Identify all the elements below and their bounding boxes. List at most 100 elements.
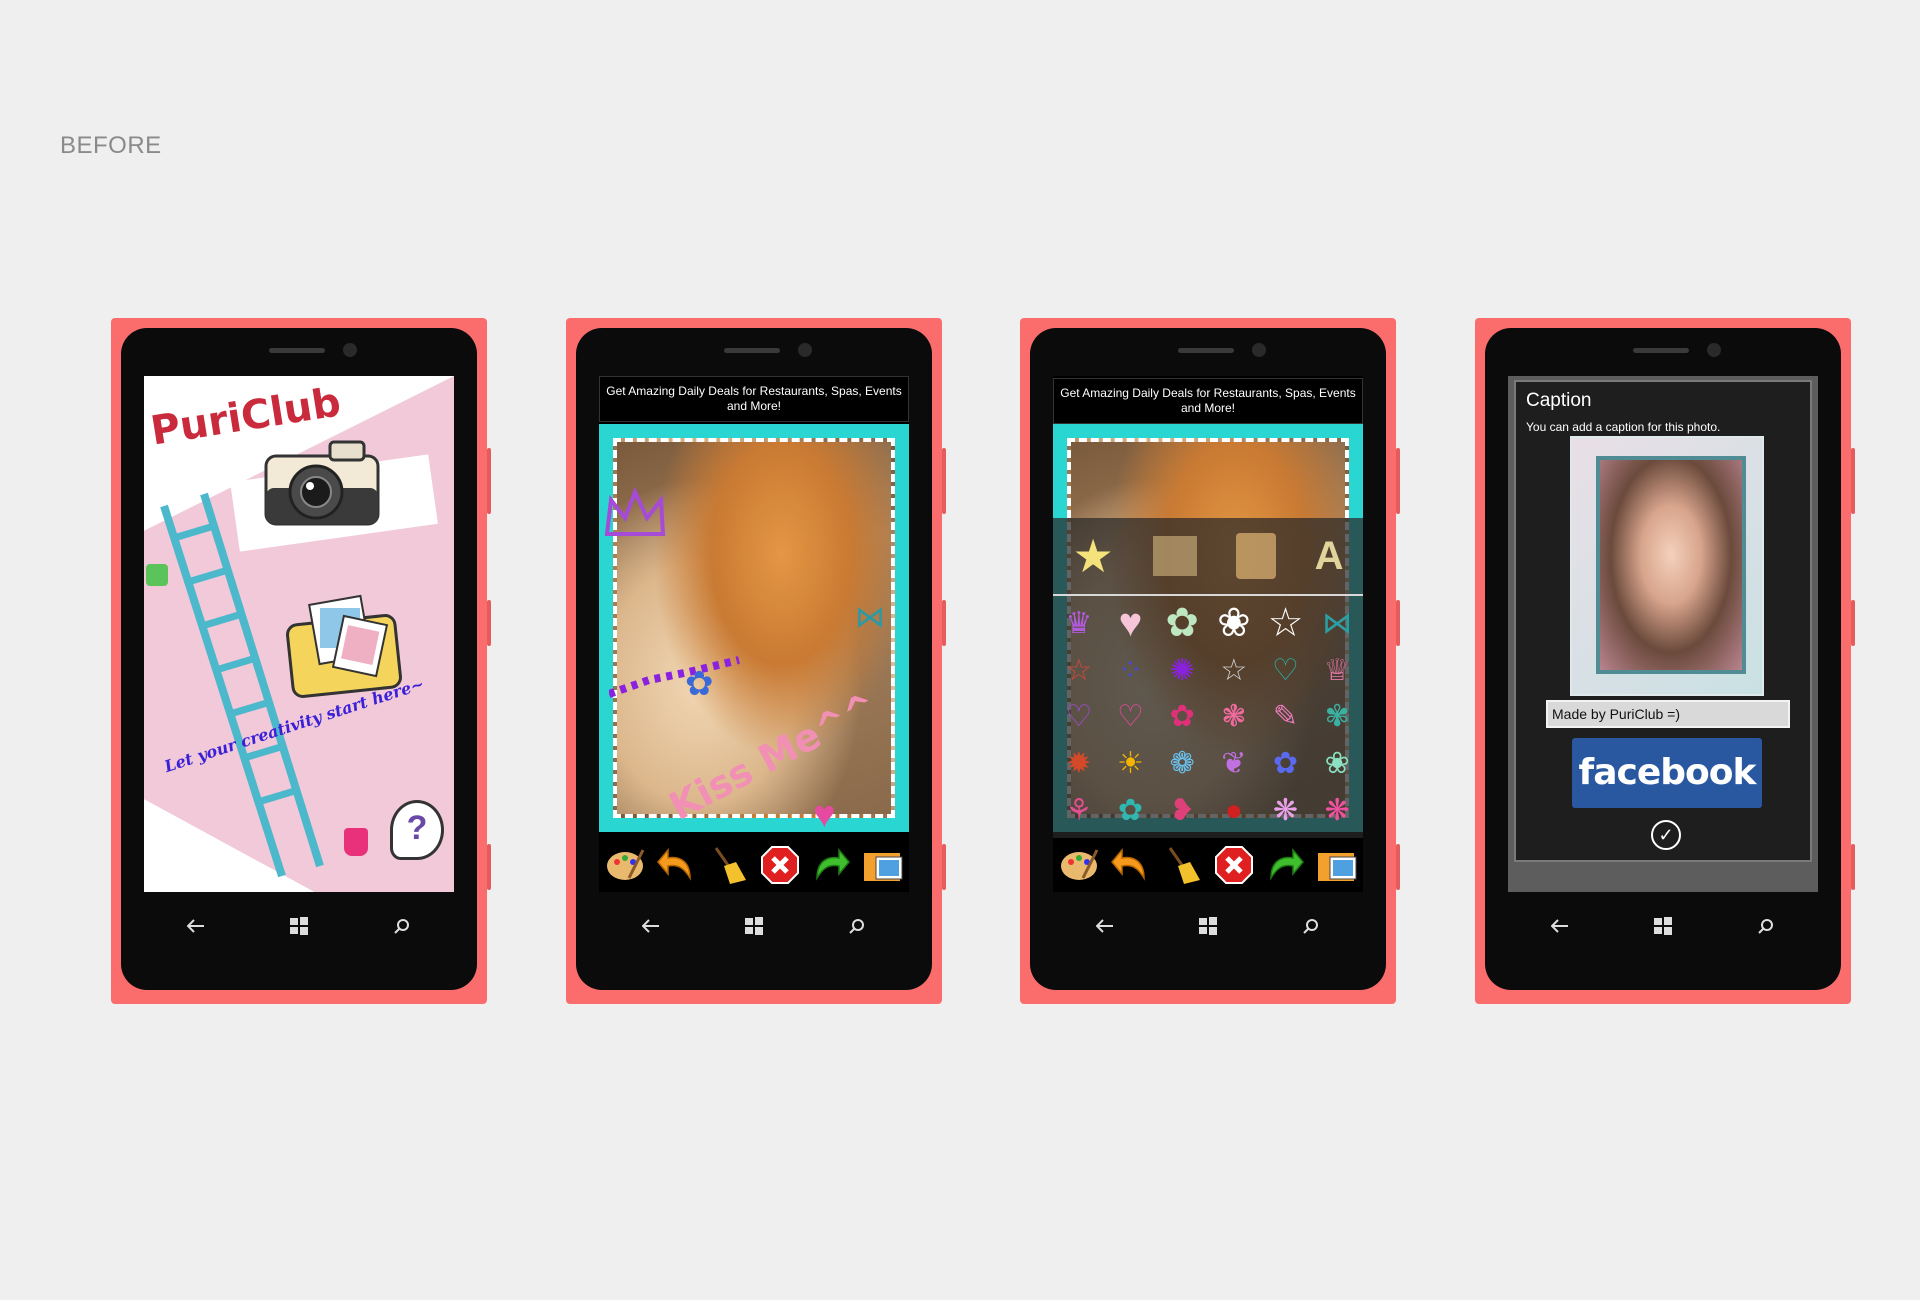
power-button — [942, 600, 946, 646]
phone-bezel: PuriClub Let your creativity start here~… — [121, 328, 477, 990]
camera-button — [1851, 844, 1855, 890]
facebook-share-button[interactable]: facebook — [1572, 738, 1762, 808]
lollipop-sticker-icon[interactable]: ⚘ — [1053, 787, 1105, 834]
caption-screen: Caption You can add a caption for this p… — [1508, 376, 1818, 892]
volume-button — [942, 448, 946, 514]
palette-icon[interactable] — [603, 843, 647, 887]
camera-button — [1396, 844, 1400, 890]
nav-bar — [144, 900, 454, 956]
star-outline-small-sticker-icon[interactable]: ☆ — [1208, 647, 1260, 694]
phone-mockup-1: PuriClub Let your creativity start here~… — [111, 318, 491, 1004]
delete-icon[interactable] — [1212, 843, 1256, 887]
ladybug-sticker-icon[interactable]: ● — [1208, 787, 1260, 834]
blossom-sticker-icon[interactable]: ❃ — [1208, 694, 1260, 741]
palette-icon[interactable] — [1057, 843, 1101, 887]
flower-sticker-icon: ✿ — [685, 665, 714, 703]
sun-sticker-icon[interactable]: ☀ — [1105, 740, 1157, 787]
framed-photo-preview — [1570, 436, 1764, 696]
heart-sticker-icon: ♥ — [813, 794, 836, 836]
search-icon[interactable] — [1746, 918, 1786, 939]
windows-logo-icon[interactable] — [279, 916, 319, 940]
checkmark-circle-icon[interactable]: ✓ — [1651, 820, 1681, 850]
phone-mockup-4: Caption You can add a caption for this p… — [1475, 318, 1855, 1004]
redo-icon[interactable] — [1263, 843, 1307, 887]
caption-input[interactable] — [1546, 700, 1790, 728]
section-heading: BEFORE — [60, 132, 162, 159]
undo-icon[interactable] — [1108, 843, 1152, 887]
splash-screen[interactable]: PuriClub Let your creativity start here~… — [144, 376, 454, 892]
back-arrow-icon[interactable] — [1540, 918, 1580, 938]
ad-banner[interactable]: Get Amazing Daily Deals for Restaurants,… — [1053, 378, 1363, 424]
bouquet-sticker-icon[interactable]: ❦ — [1208, 740, 1260, 787]
sticker-grid: ♛ ♥ ✿ ❀ ☆ ⋈ ☆ ⁘ ✺ ☆ ♡ ♕ ♡ ♡ ✿ ❃ ✎ ✾ ✹ ☀ … — [1053, 600, 1363, 834]
broom-icon[interactable] — [706, 843, 750, 887]
front-camera — [343, 343, 357, 357]
broom-icon[interactable] — [1160, 843, 1204, 887]
text-sticker-icon[interactable]: ✎ — [1260, 694, 1312, 741]
daisy-sticker-icon[interactable]: ❁ — [1156, 740, 1208, 787]
star-small-sticker-icon[interactable]: ☆ — [1053, 647, 1105, 694]
dialog-subtitle: You can add a caption for this photo. — [1526, 420, 1721, 434]
teal-flower-sticker-icon[interactable]: ❀ — [1311, 740, 1363, 787]
back-arrow-icon[interactable] — [631, 918, 671, 938]
portrait-photo — [1596, 456, 1746, 674]
ribbon-sticker-icon[interactable]: ⋈ — [1311, 600, 1363, 647]
save-folder-icon[interactable] — [1315, 843, 1359, 887]
speaker — [724, 348, 780, 353]
paint-pot-icon — [344, 828, 368, 856]
butterfly-sticker-icon[interactable]: ❋ — [1260, 787, 1312, 834]
phone-bezel: Get Amazing Daily Deals for Restaurants,… — [576, 328, 932, 990]
firework-sticker-icon[interactable]: ✹ — [1053, 740, 1105, 787]
back-arrow-icon[interactable] — [176, 918, 216, 938]
windows-logo-icon[interactable] — [734, 916, 774, 940]
help-icon[interactable]: ? — [390, 800, 444, 860]
crown-sticker-icon[interactable] — [601, 486, 671, 546]
flower-outline-sticker-icon[interactable]: ❀ — [1208, 600, 1260, 647]
phone-bezel: Caption You can add a caption for this p… — [1485, 328, 1841, 990]
windows-logo-icon[interactable] — [1643, 916, 1683, 940]
star-face-icon[interactable]: ★ — [1072, 529, 1113, 583]
blue-flower-sticker-icon[interactable]: ✿ — [1260, 740, 1312, 787]
letters-icon[interactable]: A — [1315, 534, 1344, 579]
search-icon[interactable] — [1291, 918, 1331, 939]
splash-sticker-icon[interactable]: ✺ — [1156, 647, 1208, 694]
redo-icon[interactable] — [809, 843, 853, 887]
camera-button — [942, 844, 946, 890]
editor-toolbar — [599, 838, 909, 892]
search-icon[interactable] — [382, 918, 422, 939]
firework-sticker-icon — [609, 656, 740, 698]
power-button — [487, 600, 491, 646]
heart-sticker-icon[interactable]: ♥ — [1105, 600, 1157, 647]
flower-teal-sticker-icon[interactable]: ✾ — [1311, 694, 1363, 741]
undo-icon[interactable] — [654, 843, 698, 887]
heart-outline-sticker-icon[interactable]: ♡ — [1260, 647, 1312, 694]
front-camera — [1252, 343, 1266, 357]
search-icon[interactable] — [837, 918, 877, 939]
windows-logo-icon[interactable] — [1188, 916, 1228, 940]
photo-frame: ✿ Kiss Me^^ ♥ ⋈ — [599, 424, 909, 836]
star-outline-sticker-icon[interactable]: ☆ — [1260, 600, 1312, 647]
heart-outline-pink-sticker-icon[interactable]: ♡ — [1105, 694, 1157, 741]
nav-bar — [599, 900, 909, 956]
bow-sticker-icon: ⋈ — [855, 601, 885, 634]
dots-sticker-icon[interactable]: ⁘ — [1105, 647, 1157, 694]
pencil-cup-icon[interactable] — [1235, 533, 1276, 579]
caption-dialog: Caption You can add a caption for this p… — [1514, 380, 1812, 862]
cards-icon[interactable] — [1152, 536, 1197, 576]
phone-mockup-3: Get Amazing Daily Deals for Restaurants,… — [1020, 318, 1400, 1004]
flower-sticker-icon[interactable]: ✿ — [1156, 600, 1208, 647]
flower-pink-sticker-icon[interactable]: ✿ — [1156, 694, 1208, 741]
crown-outline-sticker-icon[interactable]: ♕ — [1311, 647, 1363, 694]
pink-bird-sticker-icon[interactable]: ❥ — [1156, 787, 1208, 834]
ad-banner[interactable]: Get Amazing Daily Deals for Restaurants,… — [599, 376, 909, 422]
front-camera — [798, 343, 812, 357]
crown-sticker-icon[interactable]: ♛ — [1053, 600, 1105, 647]
sticker-panel: ★ A ♛ ♥ ✿ ❀ ☆ ⋈ ☆ ⁘ ✺ ☆ ♡ ♕ ♡ ♡ ✿ ❃ ✎ ✾ … — [1053, 518, 1363, 838]
save-folder-icon[interactable] — [861, 843, 905, 887]
front-camera — [1707, 343, 1721, 357]
pink-butterfly-sticker-icon[interactable]: ❋ — [1311, 787, 1363, 834]
delete-icon[interactable] — [758, 843, 802, 887]
back-arrow-icon[interactable] — [1085, 918, 1125, 938]
teal-flower-2-sticker-icon[interactable]: ✿ — [1105, 787, 1157, 834]
heart-outline-purple-sticker-icon[interactable]: ♡ — [1053, 694, 1105, 741]
